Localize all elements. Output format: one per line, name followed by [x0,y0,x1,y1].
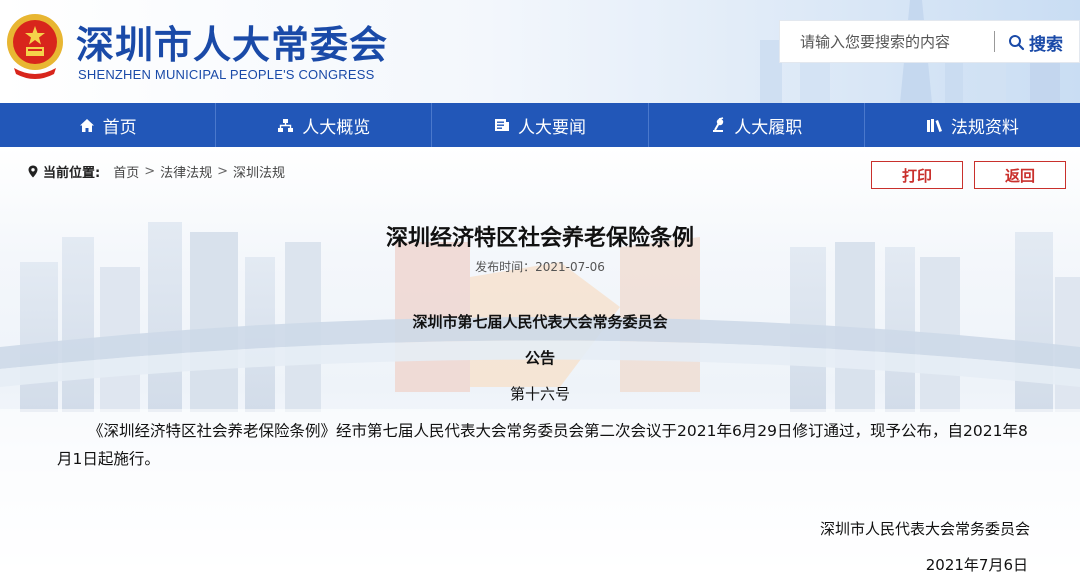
article-number: 第十六号 [509,385,570,403]
nav-item-overview[interactable]: 人大概览 [216,103,433,147]
site-title: 深圳市人大常委会 [76,23,389,67]
org-chart-icon [278,118,294,132]
search-button-label: 搜索 [1029,34,1063,55]
signature-organization: 深圳市人民代表大会常务委员会 [819,520,1030,538]
nav-item-label: 人大履职 [734,117,803,138]
breadcrumb-label: 当前位置: [43,165,101,181]
print-button[interactable]: 打印 [871,161,963,189]
site-subtitle: SHENZHEN MUNICIPAL PEOPLE'S CONGRESS [78,67,375,82]
back-button[interactable]: 返回 [974,161,1066,189]
nav-item-news[interactable]: 人大要闻 [432,103,649,147]
site-header: 深圳市人大常委会 SHENZHEN MUNICIPAL PEOPLE'S CON… [0,0,1080,103]
search-input[interactable] [788,25,993,58]
nav-item-label: 首页 [102,117,137,138]
nav-item-label: 法规资料 [950,117,1019,138]
nav-item-label: 人大概览 [302,117,371,138]
nav-item-home[interactable]: 首页 [0,103,217,147]
nav-item-label: 人大要闻 [518,117,586,138]
article-title: 深圳经济特区社会养老保险条例 [385,226,694,251]
home-icon [79,118,94,132]
search-icon [1009,34,1025,50]
location-pin-icon [28,165,38,177]
national-emblem-icon [7,14,63,79]
breadcrumb-separator: > [144,163,156,179]
article-notice: 公告 [524,349,555,367]
nav-item-duties[interactable]: 人大履职 [649,103,865,147]
breadcrumb-home[interactable]: 首页 [113,162,139,181]
nav-item-regulations[interactable]: 法规资料 [865,103,1080,147]
breadcrumb-law[interactable]: 法律法规 [160,162,212,181]
article-body: 《深圳经济特区社会养老保险条例》经市第七届人民代表大会常务委员会第二次会议于20… [57,422,1028,468]
publish-time: 发布时间：2021-07-06 [475,260,605,274]
breadcrumb-shenzhen-law[interactable]: 深圳法规 [233,162,285,181]
news-icon [495,119,509,131]
search-button[interactable]: 搜索 [1008,30,1063,55]
article-issuer: 深圳市第七届人民代表大会常务委员会 [412,313,668,331]
search-divider [994,31,995,52]
lamp-icon [713,117,724,132]
breadcrumb: 当前位置: 首页 > 法律法规 > 深圳法规 [28,162,285,181]
main-nav: 首页 人大概览 人大要闻 人大履职 法规资料 [0,103,1080,147]
books-icon [926,118,942,132]
breadcrumb-separator: > [217,163,229,179]
signature-date: 2021年7月6日 [925,556,1028,574]
